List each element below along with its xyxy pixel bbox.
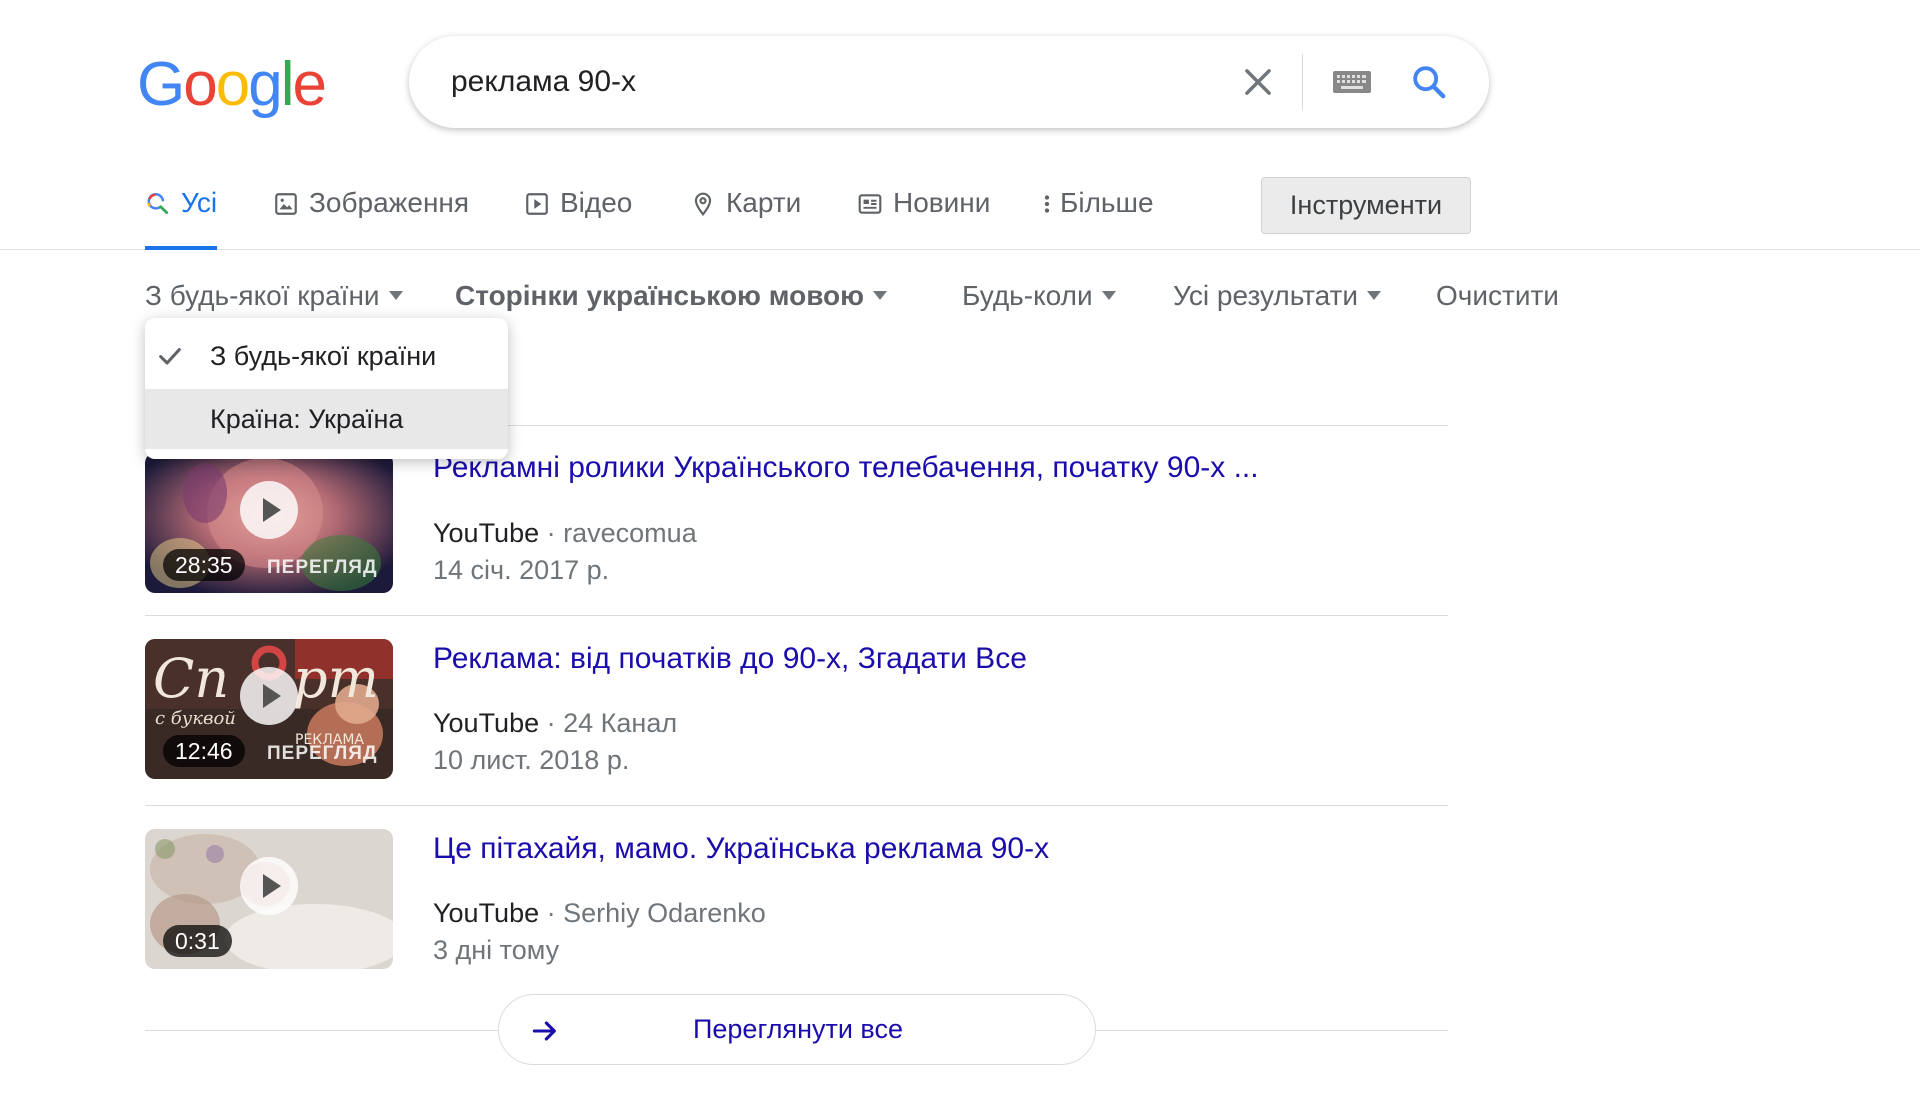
play-icon — [240, 857, 298, 915]
filter-country[interactable]: З будь-якої країни — [145, 276, 403, 316]
tab-maps[interactable]: Карти — [690, 180, 801, 248]
logo-letter: o — [183, 50, 218, 119]
view-all-label: Переглянути все — [692, 1014, 903, 1044]
news-icon — [858, 194, 882, 214]
preview-label: ПЕРЕГЛЯД — [267, 557, 378, 578]
filter-time[interactable]: Будь-коли — [962, 276, 1116, 316]
check-icon — [159, 348, 181, 365]
play-icon — [240, 667, 298, 725]
google-logo[interactable]: Google — [137, 50, 327, 120]
search-tabs: Усі Зображення Відео Карти Новини Більше — [0, 180, 1920, 250]
caret-down-icon — [1367, 291, 1382, 301]
filter-results[interactable]: Усі результати — [1173, 276, 1382, 316]
keyboard-icon[interactable] — [1332, 69, 1372, 95]
result-source: YouTube · 24 Канал — [433, 705, 677, 741]
filter-clear[interactable]: Очистити — [1436, 276, 1559, 316]
search-icon — [147, 193, 169, 215]
result-title-link[interactable]: Реклама: від початків до 90-х, Згадати В… — [433, 639, 1027, 679]
svg-text:рт: рт — [293, 647, 379, 710]
video-thumbnail[interactable]: 0:31 — [145, 829, 393, 969]
search-icon[interactable] — [1409, 62, 1449, 102]
tab-label: Усі — [181, 187, 218, 218]
filter-label: Будь-коли — [962, 280, 1093, 311]
tab-label: Більше — [1060, 187, 1154, 218]
source-separator: · — [546, 708, 556, 738]
result-source: YouTube · Serhiy Odarenko — [433, 895, 766, 931]
result-date: 3 дні тому — [433, 935, 560, 965]
filter-label: Усі результати — [1173, 280, 1359, 311]
tab-label: Зображення — [309, 187, 470, 218]
caret-down-icon — [1101, 291, 1116, 301]
logo-letter: e — [292, 50, 327, 119]
source-separator: · — [546, 898, 556, 928]
result-date: 14 січ. 2017 р. — [433, 555, 610, 585]
filter-language[interactable]: Сторінки українською мовою — [455, 276, 888, 316]
tab-label: Відео — [560, 187, 633, 218]
video-duration: 12:46 — [163, 735, 245, 767]
channel-name: ravecomua — [563, 518, 697, 548]
source-name: YouTube — [433, 708, 540, 738]
tab-images[interactable]: Зображення — [273, 180, 469, 248]
tab-label: Новини — [893, 187, 991, 218]
view-all-button[interactable]: Переглянути все — [498, 994, 1096, 1065]
search-box[interactable]: реклама 90-х — [409, 36, 1489, 128]
video-thumbnail[interactable]: Сп рт с буквой РЕКЛАМА 12:46 ПЕРЕГЛЯД — [145, 639, 393, 779]
more-vert-icon — [1044, 195, 1050, 213]
channel-name: Serhiy Odarenko — [563, 898, 766, 928]
channel-name: 24 Канал — [563, 708, 678, 738]
arrow-right-icon — [532, 1021, 556, 1041]
tab-video[interactable]: Відео — [524, 180, 632, 248]
video-result: Сп рт с буквой РЕКЛАМА 12:46 ПЕРЕГЛЯД Ре… — [145, 616, 1448, 806]
video-icon — [526, 193, 548, 215]
caret-down-icon — [388, 291, 403, 301]
map-pin-icon — [694, 192, 712, 216]
video-duration: 0:31 — [163, 925, 232, 957]
tab-news[interactable]: Новини — [857, 180, 990, 248]
preview-label: ПЕРЕГЛЯД — [267, 743, 378, 764]
video-duration: 28:35 — [163, 549, 245, 581]
result-title-link[interactable]: Це пітахайя, мамо. Українська реклама 90… — [433, 829, 1049, 869]
logo-letter: l — [280, 50, 295, 119]
search-divider — [1302, 54, 1303, 110]
menu-item-label: З будь-якої країни — [210, 341, 437, 371]
filter-label: Сторінки українською мовою — [455, 280, 865, 311]
tools-button[interactable]: Інструменти — [1261, 177, 1471, 234]
caret-down-icon — [873, 291, 888, 301]
filter-label: З будь-якої країни — [145, 280, 380, 311]
source-name: YouTube — [433, 898, 540, 928]
svg-text:Сп: Сп — [153, 647, 229, 710]
source-separator: · — [546, 518, 556, 548]
result-source: YouTube · ravecomua — [433, 515, 697, 551]
play-icon — [240, 481, 298, 539]
country-dropdown-menu: З будь-якої країни Країна: Україна — [145, 318, 508, 459]
tab-more[interactable]: Більше — [1040, 180, 1154, 248]
close-icon[interactable] — [1239, 63, 1277, 101]
svg-text:с буквой: с буквой — [155, 708, 236, 729]
logo-letter: G — [137, 50, 185, 119]
video-result: 0:31 Це пітахайя, мамо. Українська рекла… — [145, 806, 1448, 996]
image-icon — [275, 193, 297, 215]
result-date: 10 лист. 2018 р. — [433, 745, 630, 775]
search-input[interactable]: реклама 90-х — [451, 62, 636, 102]
filter-bar: З будь-якої країни Сторінки українською … — [0, 276, 1920, 316]
logo-letter: g — [248, 50, 283, 119]
menu-item-any-country[interactable]: З будь-якої країни — [145, 326, 508, 386]
source-name: YouTube — [433, 518, 540, 548]
tab-all[interactable]: Усі — [145, 180, 218, 250]
video-thumbnail[interactable]: 28:35 ПЕРЕГЛЯД — [145, 453, 393, 593]
tab-label: Карти — [726, 187, 802, 218]
menu-item-country-ukraine[interactable]: Країна: Україна — [145, 389, 508, 449]
result-title-link[interactable]: Рекламні ролики Українського телебачення… — [433, 448, 1259, 488]
logo-letter: o — [215, 50, 251, 119]
